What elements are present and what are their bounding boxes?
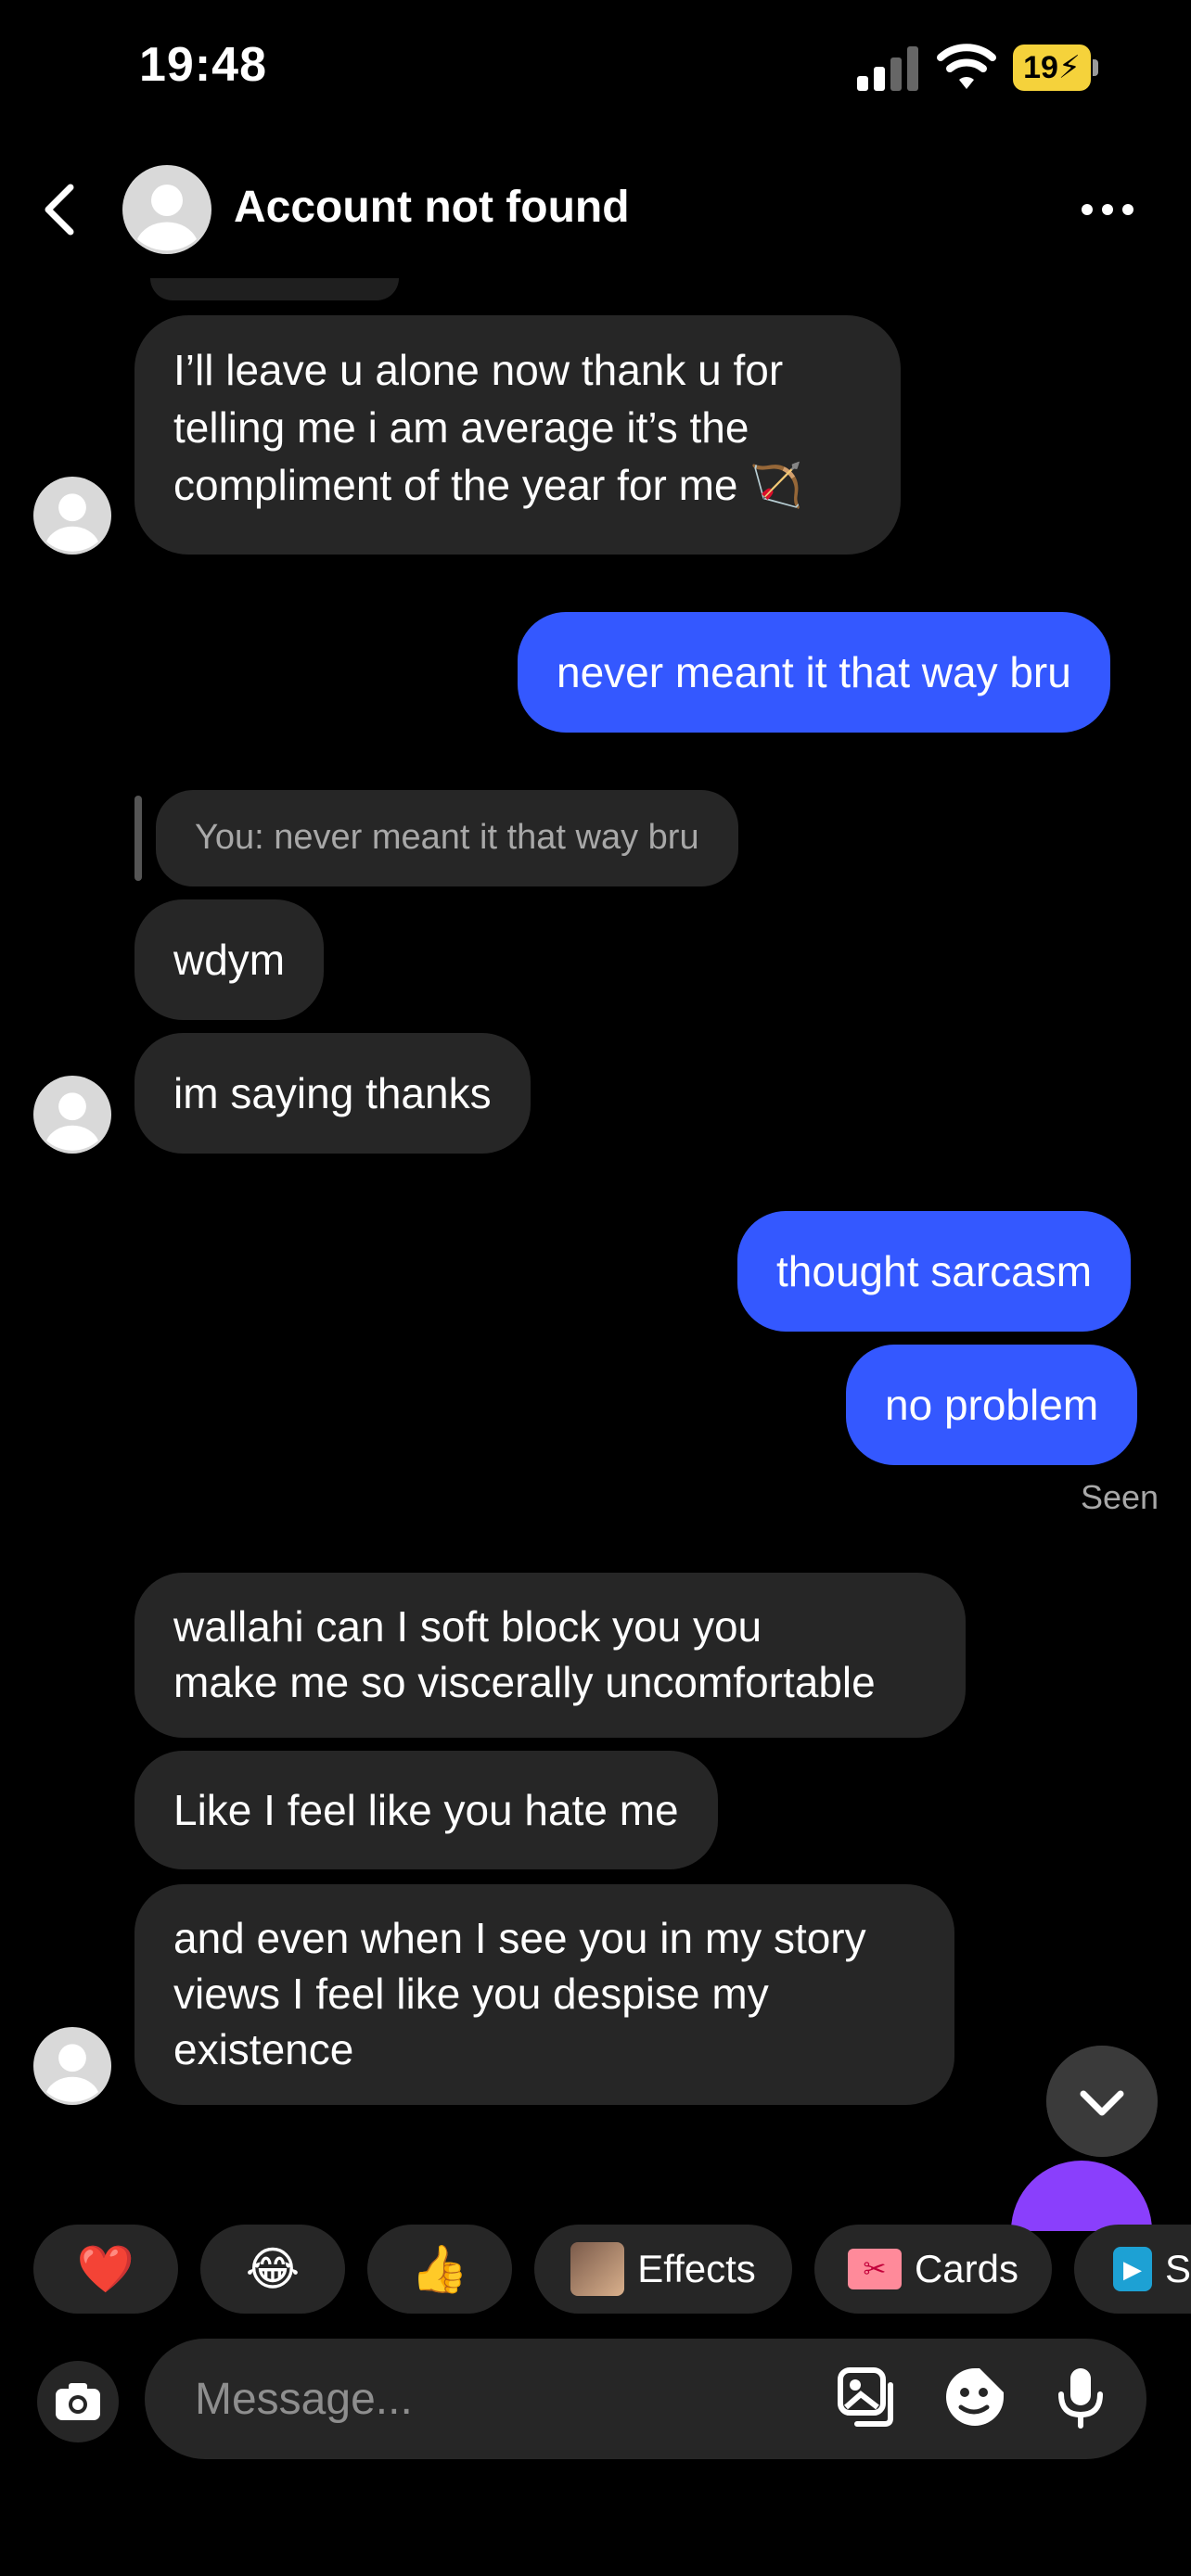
heart-icon: ❤️ <box>76 2242 135 2295</box>
scroll-down-button[interactable] <box>1046 2046 1158 2157</box>
cellular-signal-icon <box>857 45 920 91</box>
partial-message-bubble <box>150 278 399 300</box>
gift-card-icon: ✂ <box>847 2249 902 2289</box>
battery-icon: 19 ⚡ <box>1013 45 1091 91</box>
thumbs-up-icon: 👍 <box>410 2242 469 2295</box>
quick-reaction-thumbs-up[interactable]: 👍 <box>367 2225 512 2314</box>
camera-icon[interactable] <box>37 2361 119 2442</box>
message-line: views I feel like you despise my <box>173 1970 769 2018</box>
play-icon: ▶ <box>1113 2247 1152 2291</box>
incoming-message[interactable]: and even when I see you in my story view… <box>134 1884 954 2105</box>
sender-avatar[interactable] <box>33 1076 111 1154</box>
sticker-icon[interactable] <box>942 2365 1007 2429</box>
gallery-icon[interactable] <box>835 2365 900 2429</box>
wifi-icon <box>937 44 996 89</box>
outgoing-message[interactable]: thought sarcasm <box>737 1211 1132 1332</box>
microphone-icon[interactable] <box>1048 2365 1113 2429</box>
incoming-message[interactable]: wdym <box>134 899 325 1020</box>
outgoing-message[interactable]: no problem <box>846 1345 1138 1465</box>
conversation-title[interactable]: Account not found <box>234 182 630 233</box>
effects-thumbnail-icon <box>570 2242 625 2296</box>
partial-action-label: S <box>1164 2247 1191 2290</box>
cards-label: Cards <box>914 2247 1019 2290</box>
back-chevron-icon[interactable] <box>37 182 83 237</box>
partial-action-button[interactable]: ▶ S <box>1074 2225 1191 2314</box>
message-line: existence <box>173 2025 354 2073</box>
outgoing-message[interactable]: never meant it that way bru <box>518 612 1110 733</box>
replied-message-preview[interactable]: You: never meant it that way bru <box>156 790 738 886</box>
quick-reaction-laugh[interactable]: 😂 <box>200 2225 345 2314</box>
incoming-message[interactable]: Like I feel like you hate me <box>134 1751 718 1869</box>
partial-purple-element <box>1011 2161 1152 2231</box>
sender-avatar[interactable] <box>33 477 111 555</box>
message-line: wallahi can I soft block you you <box>173 1602 762 1651</box>
status-time: 19:48 <box>139 38 267 92</box>
incoming-message[interactable]: wallahi can I soft block you you make me… <box>134 1573 966 1738</box>
battery-nub <box>1093 59 1098 76</box>
header-avatar[interactable] <box>122 165 211 254</box>
laughing-emoji-icon: 😂 <box>245 2243 301 2295</box>
charging-bolt-icon: ⚡ <box>1057 50 1081 85</box>
battery-level: 19 <box>1023 49 1058 85</box>
message-line: make me so viscerally uncomfortable <box>173 1658 876 1706</box>
message-line: and even when I see you in my story <box>173 1914 866 1962</box>
seen-status: Seen <box>1081 1478 1159 1516</box>
message-line: telling me i am average it’s the <box>173 403 749 452</box>
reply-indicator-bar <box>134 796 142 881</box>
incoming-message[interactable]: I’ll leave u alone now thank u for telli… <box>134 315 901 555</box>
message-input[interactable]: Message... <box>195 2374 413 2425</box>
sender-avatar[interactable] <box>33 2027 111 2105</box>
effects-button[interactable]: Effects <box>534 2225 792 2314</box>
incoming-message[interactable]: im saying thanks <box>134 1033 531 1154</box>
message-line: I’ll leave u alone now thank u for <box>173 346 784 394</box>
more-options-icon[interactable] <box>1082 191 1141 228</box>
quick-reaction-heart[interactable]: ❤️ <box>33 2225 178 2314</box>
message-line: compliment of the year for me 🏹 <box>173 461 803 509</box>
cards-button[interactable]: ✂ Cards <box>814 2225 1052 2314</box>
effects-label: Effects <box>637 2247 756 2290</box>
